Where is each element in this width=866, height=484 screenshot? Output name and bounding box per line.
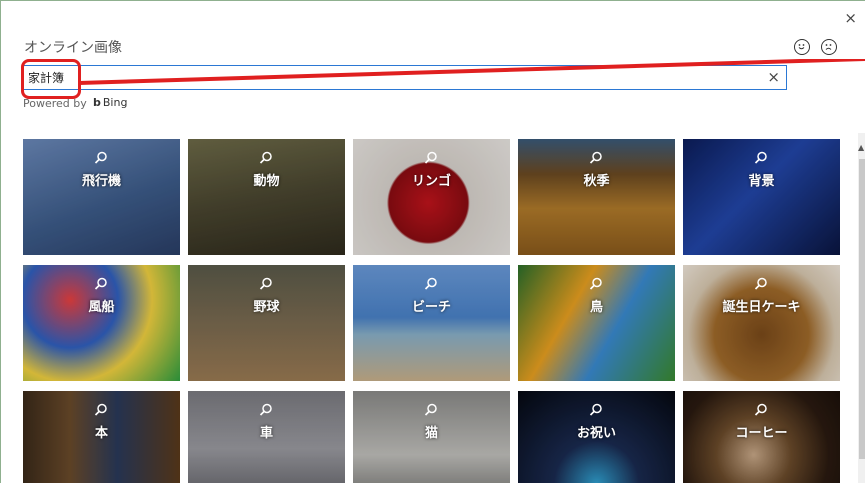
search-icon [754, 151, 767, 164]
search-icon [589, 403, 602, 416]
tile-label: 本 [94, 426, 108, 441]
clear-search-icon[interactable]: × [767, 68, 780, 87]
category-tile[interactable]: 背景 [683, 139, 840, 255]
tile-label: コーヒー [735, 426, 788, 441]
tile-label: 野球 [253, 300, 280, 315]
bing-icon: b [93, 96, 101, 109]
tile-label: 車 [259, 426, 273, 441]
search-icon [589, 277, 602, 290]
scrollbar[interactable]: ▲ [858, 133, 865, 483]
search-input[interactable] [28, 68, 728, 87]
tile-label: 鳥 [589, 300, 603, 315]
tile-label: 猫 [424, 426, 438, 441]
category-tile[interactable]: コーヒー [683, 391, 840, 483]
category-tile[interactable]: 野球 [188, 265, 345, 381]
bing-logo: b Bing [93, 96, 127, 109]
category-tile[interactable]: 猫 [353, 391, 510, 483]
category-tile[interactable]: 誕生日ケーキ [683, 265, 840, 381]
search-icon [259, 151, 272, 164]
close-icon[interactable]: × [844, 11, 857, 26]
tile-label: 動物 [253, 174, 280, 189]
search-icon [424, 151, 437, 164]
smile-icon[interactable] [794, 39, 810, 55]
search-icon [94, 277, 107, 290]
search-icon [754, 403, 767, 416]
tile-label: 秋季 [583, 174, 610, 189]
tile-label: 背景 [748, 174, 775, 189]
scroll-thumb[interactable] [859, 159, 865, 459]
tile-label: 誕生日ケーキ [722, 300, 801, 315]
search-box: × [23, 65, 787, 90]
category-tile[interactable]: お祝い [518, 391, 675, 483]
category-tile[interactable]: 風船 [23, 265, 180, 381]
bing-text: Bing [102, 96, 128, 109]
category-tile[interactable]: 車 [188, 391, 345, 483]
category-tile[interactable]: リンゴ [353, 139, 510, 255]
search-icon [754, 277, 767, 290]
tile-label: お祝い [576, 426, 616, 441]
tile-label: 飛行機 [81, 174, 121, 189]
search-icon [424, 403, 437, 416]
search-icon [94, 151, 107, 164]
tile-label: ビーチ [411, 300, 451, 315]
search-icon [424, 277, 437, 290]
category-tile[interactable]: 動物 [188, 139, 345, 255]
category-tile[interactable]: ビーチ [353, 265, 510, 381]
scroll-up-icon[interactable]: ▲ [858, 143, 864, 152]
frown-icon[interactable] [821, 39, 837, 55]
tile-label: 風船 [88, 300, 115, 315]
online-images-dialog: × オンライン画像 × Powered by bBing 飛行機 動物 リンゴ 秋季 背… [0, 0, 865, 483]
category-tile[interactable]: 鳥 [518, 265, 675, 381]
search-icon [94, 403, 107, 416]
category-tile[interactable]: 秋季 [518, 139, 675, 255]
search-icon [259, 403, 272, 416]
tile-label: リンゴ [411, 174, 451, 189]
category-tile[interactable]: 本 [23, 391, 180, 483]
dialog-title: オンライン画像 [24, 40, 122, 56]
search-icon [259, 277, 272, 290]
search-icon [589, 151, 602, 164]
category-tile[interactable]: 飛行機 [23, 139, 180, 255]
powered-by-label: Powered by [23, 97, 87, 110]
